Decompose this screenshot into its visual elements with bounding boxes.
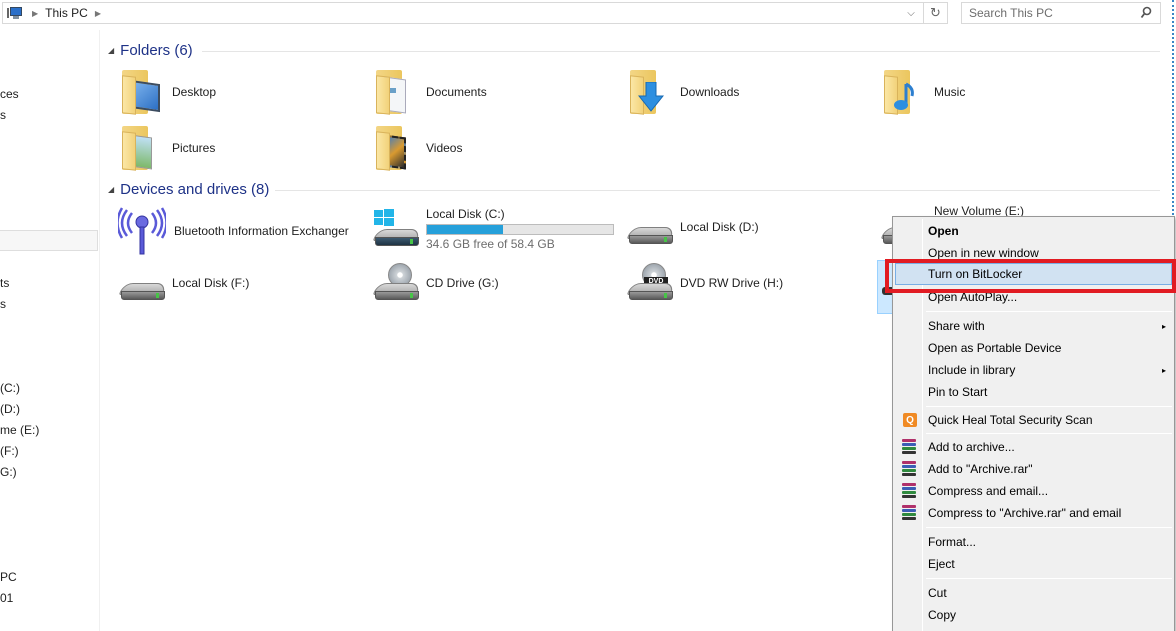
windows-drive-icon <box>372 209 422 249</box>
submenu-arrow-icon: ▸ <box>1161 365 1166 375</box>
nav-item[interactable]: s <box>0 108 6 122</box>
nav-item-drive-d[interactable]: (D:) <box>0 402 20 416</box>
tile-label: Documents <box>426 85 487 99</box>
group-divider <box>202 51 1160 52</box>
nav-item-drive-e[interactable]: me (E:) <box>0 423 39 437</box>
menu-item-cut[interactable]: Cut <box>895 582 1172 604</box>
folder-music[interactable]: Music <box>880 68 965 116</box>
quick-heal-icon: Q <box>903 413 917 427</box>
menu-separator <box>926 311 1172 312</box>
drive-f[interactable]: Local Disk (F:) <box>118 263 249 303</box>
drive-c-usage-bar <box>426 224 614 235</box>
nav-item[interactable]: ts <box>0 276 9 290</box>
nav-selected-item[interactable] <box>0 230 98 251</box>
chevron-down-icon[interactable]: ⌵ <box>901 3 921 23</box>
menu-separator <box>926 578 1172 579</box>
music-folder-icon <box>880 68 926 116</box>
menu-separator <box>926 433 1172 434</box>
drive-d[interactable]: Local Disk (D:) <box>626 207 759 247</box>
group-divider <box>275 190 1160 191</box>
menu-item-add-to-archive-rar[interactable]: Add to "Archive.rar" <box>895 458 1172 480</box>
breadcrumb-separator-icon[interactable]: ▶ <box>32 9 38 18</box>
menu-item-pin-to-start[interactable]: Pin to Start <box>895 381 1172 403</box>
nav-item[interactable]: s <box>0 297 6 311</box>
menu-item-quick-heal-scan[interactable]: Q Quick Heal Total Security Scan <box>895 409 1172 431</box>
menu-separator <box>926 527 1172 528</box>
folder-downloads[interactable]: Downloads <box>626 68 739 116</box>
downloads-folder-icon <box>626 68 672 116</box>
tile-label: Local Disk (D:) <box>680 220 759 234</box>
winrar-icon <box>901 505 917 521</box>
menu-item-add-to-archive[interactable]: Add to archive... <box>895 436 1172 458</box>
breadcrumb-this-pc[interactable]: This PC <box>45 6 88 20</box>
menu-item-compress-to-rar-and-email[interactable]: Compress to "Archive.rar" and email <box>895 502 1172 524</box>
nav-item-network-pc-2[interactable]: 01 <box>0 591 13 605</box>
menu-item-include-in-library[interactable]: Include in library ▸ <box>895 359 1172 381</box>
tile-label: CD Drive (G:) <box>426 276 499 290</box>
nav-item-drive-f[interactable]: (F:) <box>0 444 19 458</box>
this-pc-icon <box>7 6 25 20</box>
drive-c-usage-fill <box>427 225 503 234</box>
tile-label: Pictures <box>172 141 216 155</box>
refresh-icon[interactable]: ↻ <box>923 3 947 23</box>
tile-label: Videos <box>426 141 463 155</box>
tile-label: Bluetooth Information Exchanger <box>174 224 349 238</box>
documents-folder-icon <box>372 68 418 116</box>
drive-c[interactable]: Local Disk (C:) 34.6 GB free of 58.4 GB <box>372 207 614 251</box>
hard-drive-icon <box>626 207 676 247</box>
tile-label: DVD RW Drive (H:) <box>680 276 784 290</box>
tile-label: Music <box>934 85 966 99</box>
nav-item[interactable]: ces <box>0 87 19 101</box>
pictures-folder-icon <box>118 124 164 172</box>
winrar-icon <box>901 439 917 455</box>
folder-documents[interactable]: Documents <box>372 68 487 116</box>
folder-videos[interactable]: Videos <box>372 124 462 172</box>
desktop-folder-icon <box>118 68 164 116</box>
submenu-arrow-icon: ▸ <box>1161 321 1166 331</box>
tile-label: Desktop <box>172 85 217 99</box>
bluetooth-antenna-icon <box>118 207 166 255</box>
folder-desktop[interactable]: Desktop <box>118 68 216 116</box>
videos-folder-icon <box>372 124 418 172</box>
nav-item-network-pc[interactable]: PC <box>0 570 17 584</box>
search-icon[interactable] <box>1140 6 1152 20</box>
menu-separator <box>926 406 1172 407</box>
tile-label: Local Disk (F:) <box>172 276 250 290</box>
annotation-highlight-box <box>885 259 1176 293</box>
dvd-drive-icon: DVD <box>626 263 676 303</box>
breadcrumb-separator-icon[interactable]: ▶ <box>95 9 101 18</box>
collapse-triangle-icon[interactable]: ◢ <box>108 46 114 55</box>
nav-item-drive-c[interactable]: (C:) <box>0 381 20 395</box>
cd-drive-icon <box>372 263 422 303</box>
search-box[interactable] <box>961 2 1161 24</box>
winrar-icon <box>901 461 917 477</box>
nav-item-drive-g[interactable]: G:) <box>0 465 17 479</box>
address-bar[interactable]: ▶ This PC ▶ ⌵ ↻ <box>2 2 948 24</box>
folders-group-title: Folders (6) <box>120 42 193 59</box>
collapse-triangle-icon[interactable]: ◢ <box>108 185 114 194</box>
menu-item-open-portable-device[interactable]: Open as Portable Device <box>895 337 1172 359</box>
winrar-icon <box>901 483 917 499</box>
devices-group-header[interactable]: ◢ Devices and drives (8) <box>108 181 269 198</box>
drive-g[interactable]: CD Drive (G:) <box>372 263 499 303</box>
menu-item-copy[interactable]: Copy <box>895 604 1172 626</box>
tile-label: Downloads <box>680 85 740 99</box>
device-bluetooth[interactable]: Bluetooth Information Exchanger <box>118 207 349 255</box>
folders-group-header[interactable]: ◢ Folders (6) <box>108 42 193 59</box>
navigation-pane[interactable]: ces s ts s (C:) (D:) me (E:) (F:) G:) PC… <box>0 30 100 631</box>
menu-item-open[interactable]: Open <box>895 220 1172 242</box>
menu-item-eject[interactable]: Eject <box>895 553 1172 575</box>
devices-group-title: Devices and drives (8) <box>120 181 270 198</box>
drive-c-free-space: 34.6 GB free of 58.4 GB <box>426 237 555 251</box>
hard-drive-icon <box>118 263 168 303</box>
folder-pictures[interactable]: Pictures <box>118 124 215 172</box>
menu-item-compress-and-email[interactable]: Compress and email... <box>895 480 1172 502</box>
tile-label: Local Disk (C:) <box>426 207 505 221</box>
menu-item-format[interactable]: Format... <box>895 531 1172 553</box>
drive-h[interactable]: DVD DVD RW Drive (H:) <box>626 263 783 303</box>
menu-item-share-with[interactable]: Share with ▸ <box>895 315 1172 337</box>
search-input[interactable] <box>969 6 1129 20</box>
